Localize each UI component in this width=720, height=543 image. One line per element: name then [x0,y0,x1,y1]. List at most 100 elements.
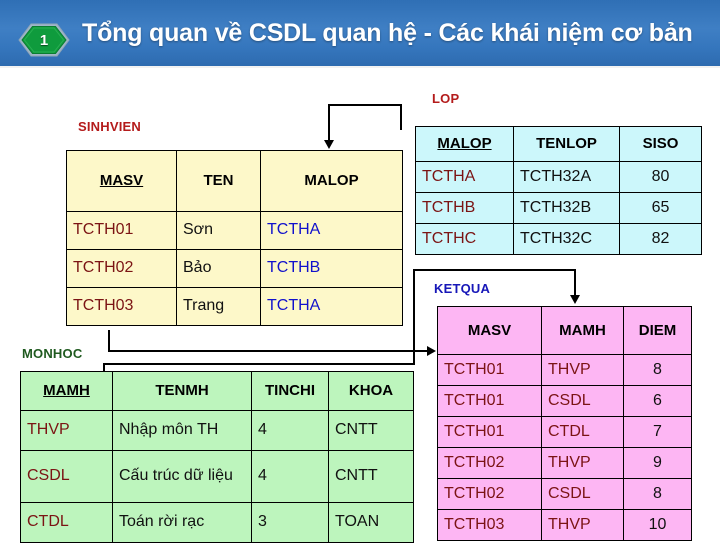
cell-siso: 80 [619,161,702,193]
cell-malop: TCTHA [260,211,403,250]
column-header-siso: SISO [619,126,702,162]
rel-lop-malop-segment-v2 [328,104,330,142]
cell-mamh: CSDL [20,450,113,503]
table-row: TCTHB TCTH32B 65 [415,192,702,224]
table-row: TCTH03 Trang TCTHA [66,287,403,326]
banner-underline [0,66,720,68]
table-row: TCTHC TCTH32C 82 [415,223,702,255]
cell-tenlop: TCTH32B [513,192,620,224]
cell-siso: 65 [619,192,702,224]
table-caption-ketqua: KETQUA [434,281,491,296]
rel-mamh-segment-h1 [103,363,415,365]
table-monhoc: MAMH TENMH TINCHI KHOA THVP Nhập môn TH … [20,371,414,543]
column-header-tenmh: TENMH [112,371,252,411]
table-row: TCTH02 CSDL 8 [437,478,692,510]
table-caption-monhoc: MONHOC [22,346,83,361]
table-header-row: MASV MAMH DIEM [437,306,692,355]
table-row: CTDL Toán rời rạc 3 TOAN [20,502,414,543]
cell-mamh: THVP [541,509,624,541]
cell-siso: 82 [619,223,702,255]
column-header-malop: MALOP [415,126,514,162]
rel-lop-malop-segment-h [328,104,402,106]
cell-mamh: CSDL [541,478,624,510]
table-row: TCTH01 CSDL 6 [437,385,692,417]
cell-masv: TCTH01 [437,354,542,386]
cell-masv: TCTH02 [66,249,177,288]
slide-title: Tổng quan về CSDL quan hệ - Các khái niệ… [82,19,693,47]
cell-masv: TCTH02 [437,447,542,479]
cell-tinchi: 3 [251,502,329,543]
cell-malop: TCTHA [415,161,514,193]
table-row: TCTH01 THVP 8 [437,354,692,386]
column-header-malop: MALOP [260,150,403,212]
column-header-diem: DIEM [623,306,692,355]
rel-masv-segment-v1 [108,330,110,352]
cell-malop: TCTHB [415,192,514,224]
column-header-mamh: MAMH [541,306,624,355]
cell-masv: TCTH02 [437,478,542,510]
cell-diem: 7 [623,416,692,448]
rel-mamh-segment-v3 [574,269,576,297]
column-header-tenlop: TENLOP [513,126,620,162]
cell-khoa: CNTT [328,410,414,451]
table-sinhvien: MASV TEN MALOP TCTH01 Sơn TCTHA TCTH02 B… [66,150,403,326]
column-header-khoa: KHOA [328,371,414,411]
cell-ten: Sơn [176,211,261,250]
slide-number-label: 1 [39,31,49,49]
rel-masv-arrowhead [427,346,436,356]
rel-mamh-arrowhead [570,295,580,304]
rel-lop-malop-segment-v1 [400,104,402,130]
table-header-row: MASV TEN MALOP [66,150,403,212]
cell-mamh: THVP [541,354,624,386]
cell-khoa: TOAN [328,502,414,543]
column-header-masv: MASV [437,306,542,355]
cell-tenlop: TCTH32A [513,161,620,193]
table-row: TCTH03 THVP 10 [437,509,692,541]
cell-diem: 6 [623,385,692,417]
table-caption-sinhvien: SINHVIEN [78,119,142,134]
cell-tinchi: 4 [251,450,329,503]
rel-lop-malop-arrowhead [324,140,334,149]
table-row: TCTH02 THVP 9 [437,447,692,479]
table-header-row: MAMH TENMH TINCHI KHOA [20,371,414,411]
cell-diem: 8 [623,354,692,386]
column-header-tinchi: TINCHI [251,371,329,411]
cell-masv: TCTH01 [437,416,542,448]
cell-khoa: CNTT [328,450,414,503]
table-ketqua: MASV MAMH DIEM TCTH01 THVP 8 TCTH01 CSDL… [437,306,692,541]
cell-mamh: CSDL [541,385,624,417]
table-row: TCTH01 CTDL 7 [437,416,692,448]
cell-tenmh: Nhập môn TH [112,410,252,451]
table-row: TCTH01 Sơn TCTHA [66,211,403,250]
cell-masv: TCTH01 [437,385,542,417]
table-lop: MALOP TENLOP SISO TCTHA TCTH32A 80 TCTHB… [415,126,702,255]
rel-mamh-segment-v2 [413,269,415,365]
slide-header-banner: 1 Tổng quan về CSDL quan hệ - Các khái n… [0,0,720,68]
cell-masv: TCTH03 [66,287,177,326]
rel-masv-segment-h [108,350,428,352]
column-header-masv: MASV [66,150,177,212]
cell-diem: 8 [623,478,692,510]
column-header-mamh: MAMH [20,371,113,411]
table-header-row: MALOP TENLOP SISO [415,126,702,162]
cell-masv: TCTH03 [437,509,542,541]
cell-malop: TCTHB [260,249,403,288]
cell-tenlop: TCTH32C [513,223,620,255]
cell-tenmh: Cấu trúc dữ liệu [112,450,252,503]
table-row: THVP Nhập môn TH 4 CNTT [20,410,414,451]
slide-number-badge: 1 [18,23,70,57]
cell-tinchi: 4 [251,410,329,451]
column-header-ten: TEN [176,150,261,212]
table-caption-lop: LOP [432,91,460,106]
cell-ten: Trang [176,287,261,326]
cell-malop: TCTHC [415,223,514,255]
cell-diem: 9 [623,447,692,479]
cell-mamh: CTDL [20,502,113,543]
cell-diem: 10 [623,509,692,541]
cell-masv: TCTH01 [66,211,177,250]
table-row: TCTH02 Bảo TCTHB [66,249,403,288]
cell-mamh: CTDL [541,416,624,448]
rel-mamh-segment-h2 [413,269,576,271]
cell-malop: TCTHA [260,287,403,326]
cell-ten: Bảo [176,249,261,288]
